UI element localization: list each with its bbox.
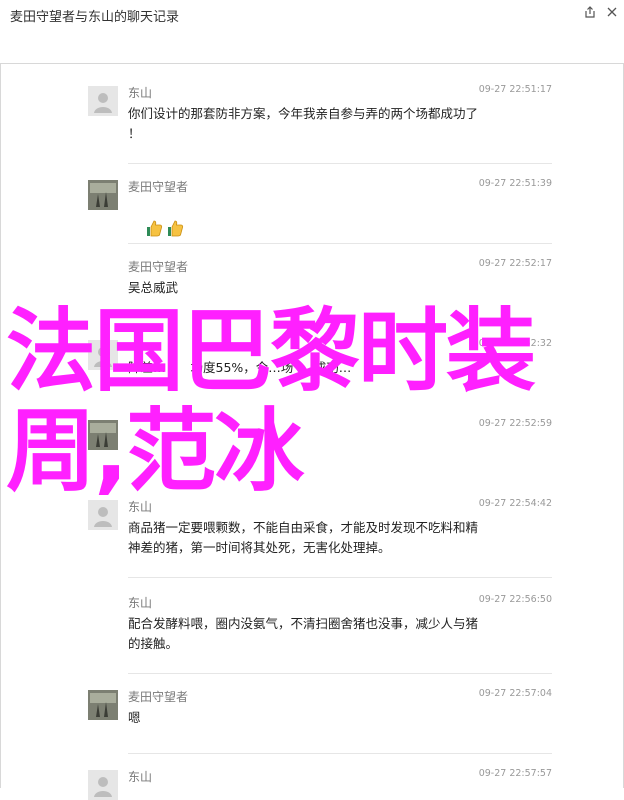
message-item: 东山 09-27 22:57:57 [88,768,552,800]
message-divider [128,577,552,578]
message-divider [128,163,552,164]
thumbs-up-icon [167,220,183,237]
overlay-headline: 法国巴黎时装 周,范冰 [6,299,536,504]
message-time: 09-27 22:57:04 [478,688,552,699]
message-divider [128,753,552,754]
message-time: 09-27 22:56:50 [478,594,552,605]
default-avatar [88,86,118,116]
export-icon[interactable] [582,4,598,20]
message-text: 配合发酵料喂，圈内没氨气，不清扫圈舍猪也没事，减少人与猪 的接触。 [128,616,479,651]
message-sender: 麦田守望者 [128,180,189,194]
message-sender: 麦田守望者 [128,260,189,274]
message-time: 09-27 22:51:17 [478,84,552,95]
message-item: 东山 09-27 22:51:17 你们设计的那套防非方案，今年我亲自参与弄的两… [88,84,552,164]
default-avatar [88,770,118,800]
message-sender: 东山 [128,596,153,610]
message-divider [128,243,552,244]
thumbs-up-icon [146,220,162,237]
title-bar: 麦田守望者与东山的聊天记录 [0,0,624,64]
window-title: 麦田守望者与东山的聊天记录 [10,10,180,25]
message-sender: 东山 [128,770,153,784]
close-icon[interactable] [604,4,620,20]
photo-avatar [88,690,118,720]
default-avatar [88,500,118,530]
message-item: 东山 09-27 22:54:42 商品猪一定要喂颗数，不能自由采食，才能及时发… [88,498,552,578]
message-divider [128,673,552,674]
message-text: 吴总威武 [128,280,179,295]
message-text: 你们设计的那套防非方案，今年我亲自参与弄的两个场都成功了 ！ [128,106,479,141]
message-text: 商品猪一定要喂颗数，不能自由采食，才能及时发现不吃料和精 神差的猪，第一时间将其… [128,520,479,555]
message-item: 麦田守望者 09-27 22:51:39 [88,178,552,244]
message-item: 麦田守望者 09-27 22:57:04 嗯 [88,688,552,754]
message-time: 09-27 22:57:57 [478,768,552,779]
message-sender: 麦田守望者 [128,690,189,704]
message-emoji-content [128,198,528,264]
message-text: 嗯 [128,710,141,725]
message-sender: 东山 [128,86,153,100]
frame-left-border [0,64,1,788]
photo-avatar [88,180,118,210]
message-time: 09-27 22:51:39 [478,178,552,189]
message-time: 09-27 22:52:17 [478,258,552,269]
message-item: 东山 09-27 22:56:50 配合发酵料喂，圈内没氨气，不清扫圈舍猪也没事… [88,594,552,674]
